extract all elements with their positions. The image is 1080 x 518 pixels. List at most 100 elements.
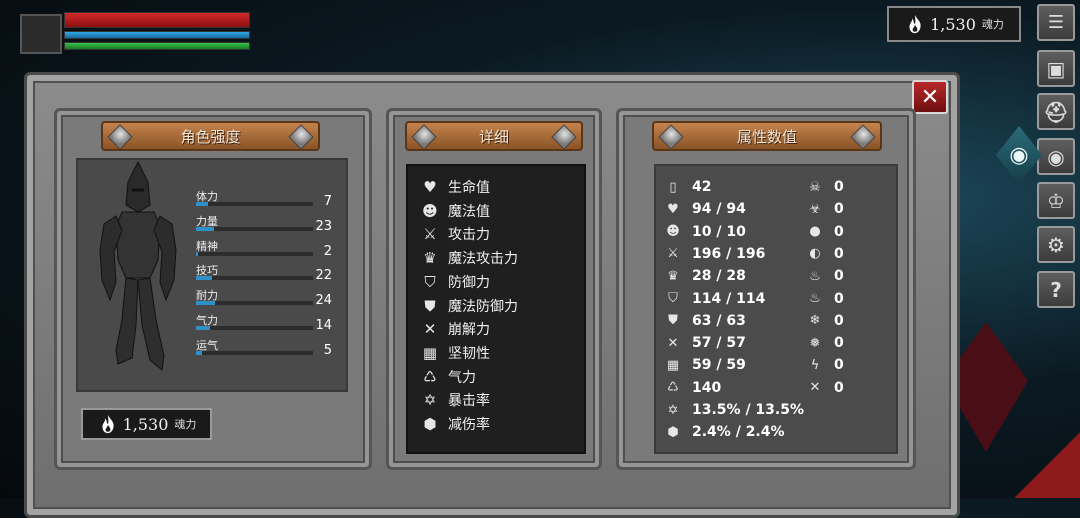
lightning-icon: ϟ [810, 357, 820, 373]
detail-item-label: 坚韧性 [448, 345, 490, 362]
stat-row: 技巧 22 [196, 262, 336, 288]
armor-icon: ▯ [669, 179, 677, 195]
frost-icon: ❄ [809, 313, 821, 329]
relic-icon: ◉ [1047, 144, 1065, 169]
armor-button[interactable]: ⛑ [1037, 93, 1075, 130]
sword-icon: ⚔ [667, 246, 679, 262]
crit-icon: ✡ [667, 402, 679, 418]
stat-bar [196, 326, 313, 330]
rivet-icon [551, 124, 577, 150]
health-bar [64, 12, 250, 28]
skull-icon: ☠ [809, 179, 821, 195]
attribute-row-right: ❅ 0 [806, 333, 844, 353]
stat-bar [196, 202, 313, 206]
detail-item: ✕ 崩解力 [420, 318, 490, 340]
stat-row: 耐力 24 [196, 287, 336, 313]
attribute-value: 140 [692, 379, 722, 396]
detail-item-label: 魔法防御力 [448, 298, 518, 315]
attribute-row-left: ▦ 59 / 59 [664, 355, 746, 375]
attribute-row-left: ☻ 10 / 10 [664, 222, 746, 242]
stat-bar-fill [196, 251, 199, 256]
detail-item: ⛉ 防御力 [420, 271, 490, 293]
character-panel-header: 角色强度 [101, 121, 320, 151]
stat-bar-fill [196, 276, 213, 281]
attribute-row-left: ♥ 94 / 94 [664, 199, 746, 219]
attribute-value: 0 [834, 312, 844, 329]
rivet-icon [658, 124, 684, 150]
fire-icon: ♨ [809, 268, 821, 284]
attribute-row-right: ☠ 0 [806, 177, 844, 197]
attribute-row-right: ✕ 0 [806, 378, 844, 398]
stat-row: 力量 23 [196, 213, 336, 239]
attribute-value: 13.5% / 13.5% [692, 402, 804, 418]
shock-icon: ✕ [809, 380, 821, 396]
help-button[interactable]: ? [1037, 271, 1075, 308]
detail-item-label: 崩解力 [448, 322, 490, 339]
magic-shield-icon: ⛊ [668, 313, 678, 329]
stat-row: 精神 2 [196, 238, 336, 264]
stat-bar [196, 301, 313, 306]
attribute-value: 0 [834, 201, 844, 218]
settings-button[interactable]: ⚙ [1037, 226, 1075, 263]
soul-value: 1,530 [122, 414, 169, 434]
stat-row: 运气 5 [196, 337, 336, 363]
attribute-value: 63 / 63 [692, 312, 746, 329]
menu-button[interactable]: ☰ [1037, 4, 1075, 41]
attribute-row-right: ♨ 0 [806, 266, 844, 286]
character-model [99, 160, 177, 371]
flame-icon [909, 14, 921, 34]
shield-icon: ⛉ [424, 272, 436, 291]
gear-icon: ⚙ [1047, 232, 1065, 257]
rivet-icon [411, 124, 437, 150]
attribute-value: 94 / 94 [692, 201, 746, 218]
heart-icon: ♥ [423, 178, 437, 196]
relic-button[interactable]: ◉ [1037, 138, 1075, 175]
attribute-row-left: ♺ 140 [664, 378, 721, 398]
attribute-value: 0 [834, 379, 844, 396]
detail-item: ⬢ 减伤率 [420, 413, 490, 435]
close-button[interactable]: ✕ [912, 80, 948, 114]
burn-icon: ♨ [809, 291, 821, 306]
reduce-icon: ⬢ [667, 424, 679, 440]
toughness-icon: ▦ [666, 357, 680, 373]
attribute-value: 0 [834, 335, 844, 352]
detail-item: ♥ 生命值 [420, 176, 490, 198]
detail-item-label: 魔法值 [448, 203, 490, 220]
resize-corner[interactable] [1015, 432, 1080, 498]
soul-counter: 1,530 魂力 [887, 6, 1021, 42]
detail-item-label: 防御力 [448, 274, 490, 291]
flame-icon [102, 414, 114, 434]
stat-row: 气力 14 [196, 312, 336, 338]
rivet-icon [850, 124, 876, 150]
attribute-row-left: ⚔ 196 / 196 [664, 244, 765, 264]
bleed-icon: ◐ [809, 246, 821, 262]
equipment-button[interactable]: ▣ [1037, 50, 1075, 87]
stat-bar-fill [196, 350, 202, 355]
helmet-icon: ⛑ [1043, 99, 1069, 124]
crown-button[interactable]: ♔ [1037, 182, 1075, 219]
break-icon: ✕ [423, 320, 437, 339]
view-toggle-button[interactable]: ◉ [996, 126, 1042, 184]
detail-item-label: 减伤率 [448, 417, 490, 433]
detail-item: ☻ 魔法值 [420, 200, 490, 222]
attribute-value: 10 / 10 [692, 223, 746, 240]
stat-value: 7 [323, 194, 332, 209]
soul-counter-panel: 1,530 魂力 [81, 408, 212, 440]
detail-item: ⚔ 攻击力 [420, 223, 490, 245]
toughness-icon: ▦ [422, 343, 438, 362]
mana-bar [64, 31, 250, 39]
attribute-row-left: ✕ 57 / 57 [664, 333, 746, 353]
equipment-icon: ▣ [1046, 56, 1066, 81]
attribute-row-right: ❄ 0 [806, 311, 844, 331]
attribute-row-right: ◐ 0 [806, 244, 843, 264]
stamina-bar [64, 42, 250, 50]
blood-icon: ● [809, 224, 821, 240]
shield-icon: ⛉ [668, 291, 678, 306]
attribute-row-right: ☣ 0 [806, 199, 844, 219]
magic-attack-icon: ♛ [667, 268, 679, 284]
stat-bar [196, 276, 313, 281]
attribute-value: 2.4% / 2.4% [692, 424, 785, 441]
reduce-icon: ⬢ [423, 415, 437, 433]
stat-value: 2 [323, 243, 332, 259]
attribute-value: 0 [834, 223, 844, 240]
